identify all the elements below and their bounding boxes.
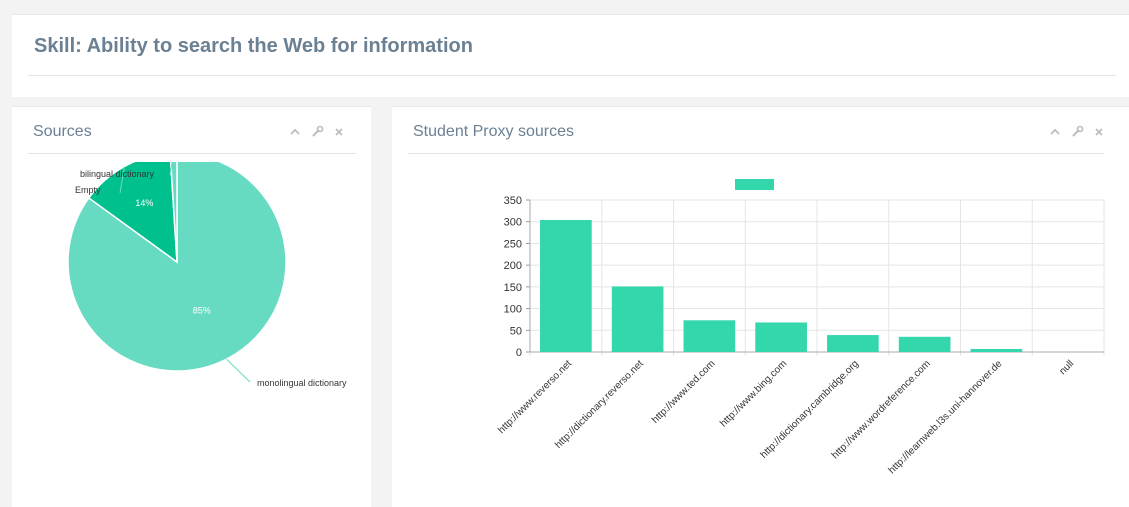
wrench-icon[interactable]: [310, 125, 324, 139]
x-tick-label: http://www.reverso.net: [496, 358, 574, 436]
close-icon[interactable]: [1092, 125, 1106, 139]
proxy-bar-chart: 0 50 100 150 200 250 300 350 http://www.reverso.…: [496, 179, 1105, 476]
bar[interactable]: [970, 348, 1023, 352]
bar[interactable]: [683, 320, 736, 352]
y-tick-label: 150: [504, 282, 522, 294]
sources-pie-chart: 85% 14% monolingual dictionary Empty bilingu…: [67, 162, 347, 388]
student-proxy-panel: Student Proxy sources 0 50 100 150 200 250 300…: [392, 106, 1129, 507]
chevron-up-icon[interactable]: [1048, 125, 1062, 139]
proxy-panel-title: Student Proxy sources: [413, 123, 574, 140]
y-tick-label: 50: [510, 325, 522, 337]
skill-header-panel: Skill: Ability to search the Web for inf…: [12, 14, 1129, 97]
sources-panel-divider: [28, 153, 356, 154]
page-title: Skill: Ability to search the Web for inf…: [34, 35, 473, 57]
y-tick-label: 200: [504, 260, 522, 272]
y-tick-label: 100: [504, 304, 522, 316]
proxy-panel-divider: [408, 153, 1104, 154]
proxy-panel-tools: [1048, 125, 1106, 139]
x-tick-label: http://www.bing.com: [718, 358, 789, 429]
y-tick-label: 250: [504, 238, 522, 250]
pie-slice-label: Empty: [75, 185, 101, 195]
y-tick-label: 0: [516, 347, 522, 359]
bar[interactable]: [611, 286, 664, 352]
y-tick-label: 300: [504, 217, 522, 229]
x-tick-label: http://learnweb.l3s.uni-hannover.de: [887, 358, 1005, 476]
pie-leader-line: [226, 358, 251, 383]
x-tick-label: null: [1057, 358, 1076, 377]
pie-percent-label: 14%: [135, 198, 153, 208]
legend-swatch[interactable]: [735, 179, 774, 190]
sources-panel: Sources 85% 14% monolingual dictionary Empt…: [12, 106, 371, 507]
pie-slice-label: monolingual dictionary: [257, 378, 347, 388]
bar[interactable]: [540, 219, 592, 352]
chevron-up-icon[interactable]: [288, 125, 302, 139]
close-icon[interactable]: [332, 125, 346, 139]
x-tick-label: http://www.ted.com: [650, 358, 718, 426]
bar[interactable]: [898, 336, 951, 352]
sources-panel-tools: [288, 125, 346, 139]
y-tick-label: 350: [504, 195, 522, 207]
sources-panel-title: Sources: [33, 123, 92, 140]
bar[interactable]: [755, 322, 807, 352]
bar[interactable]: [827, 335, 879, 352]
pie-slice-label: bilingual dictionary: [80, 169, 155, 179]
header-divider: [28, 75, 1116, 76]
wrench-icon[interactable]: [1070, 125, 1084, 139]
pie-percent-label: 85%: [193, 306, 211, 316]
